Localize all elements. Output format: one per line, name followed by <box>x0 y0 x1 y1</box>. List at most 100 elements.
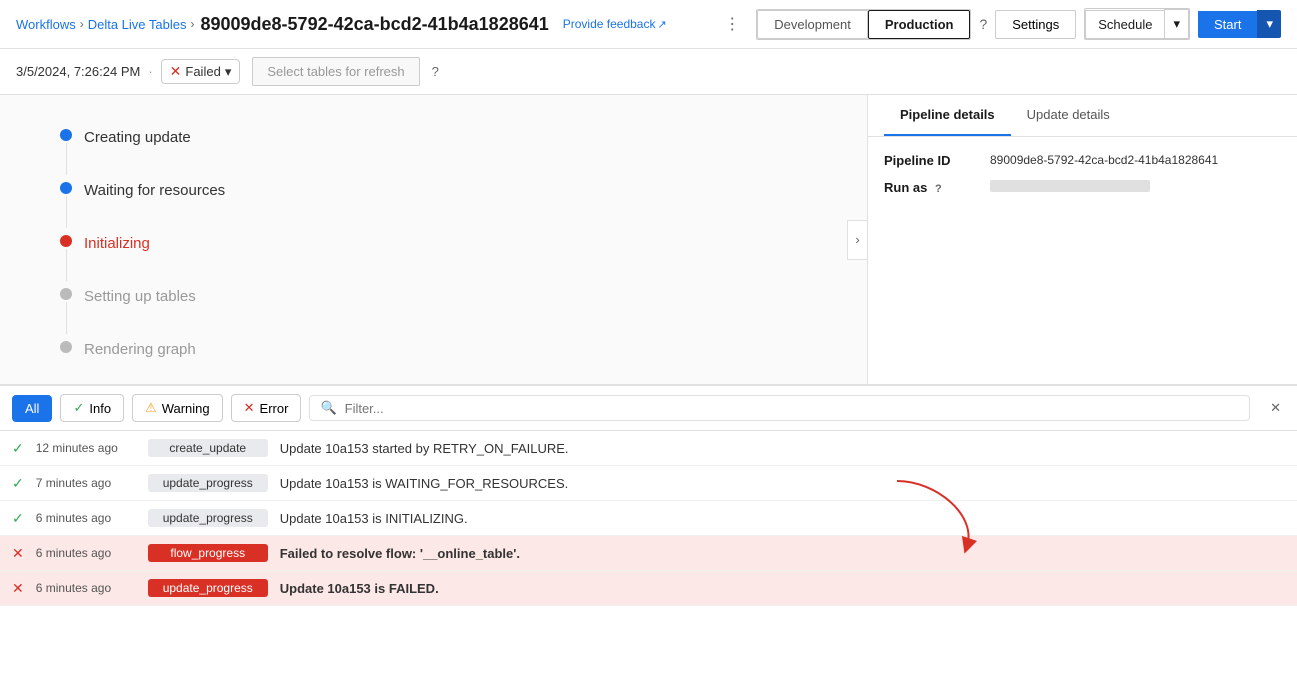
log-msg-1: Update 10a153 started by RETRY_ON_FAILUR… <box>280 441 1285 456</box>
breadcrumb-workflows[interactable]: Workflows <box>16 17 76 32</box>
nav-actions: ⋮ Development Production ? Settings Sche… <box>716 8 1281 40</box>
step-line-1 <box>66 143 67 175</box>
failed-label: Failed <box>185 64 220 79</box>
step-rendering-graph: Rendering graph <box>60 337 827 384</box>
info-icon: ✓ <box>73 400 84 416</box>
tab-pipeline-details[interactable]: Pipeline details <box>884 95 1011 136</box>
panel-content: Pipeline ID 89009de8-5792-42ca-bcd2-41b4… <box>868 137 1297 223</box>
collapse-panel-button[interactable]: › <box>847 220 867 260</box>
log-type-4: flow_progress <box>148 544 268 562</box>
log-type-2: update_progress <box>148 474 268 492</box>
log-type-1: create_update <box>148 439 268 457</box>
schedule-chevron[interactable]: ▾ <box>1164 9 1189 39</box>
pipeline-view: Creating update Waiting for resources In… <box>0 95 867 384</box>
step-label-5: Rendering graph <box>84 337 196 384</box>
tab-update-details[interactable]: Update details <box>1011 95 1126 136</box>
log-table: ✓ 12 minutes ago create_update Update 10… <box>0 431 1297 615</box>
pipeline-steps: Creating update Waiting for resources In… <box>40 125 827 384</box>
redacted-value <box>990 180 1150 192</box>
log-msg-3: Update 10a153 is INITIALIZING. <box>280 511 1285 526</box>
warning-icon: ⚠ <box>145 400 157 416</box>
toolbar: 3/5/2024, 7:26:24 PM · ✕ Failed ▾ Select… <box>0 49 1297 95</box>
feedback-link[interactable]: Provide feedback ↗ <box>563 17 667 31</box>
log-msg-4: Failed to resolve flow: '__online_table'… <box>280 546 1285 561</box>
run-as-row: Run as ? <box>884 180 1281 195</box>
step-creating-update: Creating update <box>60 125 827 178</box>
step-connector-1 <box>60 125 72 177</box>
dot-separator: · <box>148 64 152 79</box>
step-line-3 <box>66 249 67 281</box>
step-dot-4 <box>60 288 72 300</box>
log-row: ✓ 12 minutes ago create_update Update 10… <box>0 431 1297 466</box>
breadcrumb-delta-live[interactable]: Delta Live Tables <box>88 17 187 32</box>
filter-warning-button[interactable]: ⚠ Warning <box>132 394 223 422</box>
log-status-icon-5: ✕ <box>12 580 24 597</box>
log-msg-2: Update 10a153 is WAITING_FOR_RESOURCES. <box>280 476 1285 491</box>
step-setting-up-tables: Setting up tables <box>60 284 827 337</box>
prod-mode-btn[interactable]: Production <box>868 10 971 39</box>
start-button-group: Start ▾ <box>1198 10 1281 38</box>
top-nav: Workflows › Delta Live Tables › 89009de8… <box>0 0 1297 49</box>
three-dot-menu[interactable]: ⋮ <box>716 10 748 38</box>
step-initializing: Initializing <box>60 231 827 284</box>
start-label[interactable]: Start <box>1198 11 1257 38</box>
step-line-2 <box>66 196 67 228</box>
settings-button[interactable]: Settings <box>995 10 1076 39</box>
search-icon: 🔍 <box>320 400 336 416</box>
select-tables-button[interactable]: Select tables for refresh <box>252 57 419 86</box>
pipeline-id-label: Pipeline ID <box>884 153 974 168</box>
log-msg-5: Update 10a153 is FAILED. <box>280 581 1285 596</box>
schedule-label[interactable]: Schedule <box>1085 10 1164 39</box>
log-search-box: 🔍 <box>309 395 1250 421</box>
log-time-2: 7 minutes ago <box>36 476 136 490</box>
breadcrumb: Workflows › Delta Live Tables › <box>16 17 194 32</box>
step-dot-1 <box>60 129 72 141</box>
log-row: ✓ 7 minutes ago update_progress Update 1… <box>0 466 1297 501</box>
log-status-icon-3: ✓ <box>12 510 24 527</box>
filter-all-button[interactable]: All <box>12 395 52 422</box>
help-icon[interactable]: ? <box>979 16 987 32</box>
log-type-5: update_progress <box>148 579 268 597</box>
log-time-4: 6 minutes ago <box>36 546 136 560</box>
step-dot-5 <box>60 341 72 353</box>
step-label-3: Initializing <box>84 231 150 284</box>
error-icon: ✕ <box>244 400 255 416</box>
run-date: 3/5/2024, 7:26:24 PM <box>16 64 140 79</box>
log-status-icon-1: ✓ <box>12 440 24 457</box>
start-chevron[interactable]: ▾ <box>1257 10 1281 38</box>
log-row-error-2: ✕ 6 minutes ago update_progress Update 1… <box>0 571 1297 606</box>
log-time-1: 12 minutes ago <box>36 441 136 455</box>
run-info: 3/5/2024, 7:26:24 PM · ✕ Failed ▾ <box>16 59 240 84</box>
logs-section: All ✓ Info ⚠ Warning ✕ Error 🔍 ✕ ✓ 12 mi… <box>0 385 1297 615</box>
mode-group: Development Production <box>756 9 971 40</box>
right-panel: Pipeline details Update details Pipeline… <box>867 95 1297 384</box>
step-dot-2 <box>60 182 72 194</box>
filter-info-button[interactable]: ✓ Info <box>60 394 124 422</box>
failed-x-icon: ✕ <box>170 63 182 80</box>
step-label-2: Waiting for resources <box>84 178 225 231</box>
log-status-icon-4: ✕ <box>12 545 24 562</box>
select-tables-help-icon[interactable]: ? <box>432 64 439 79</box>
breadcrumb-sep2: › <box>190 17 194 31</box>
filter-error-button[interactable]: ✕ Error <box>231 394 302 422</box>
step-connector-5 <box>60 337 72 353</box>
run-as-help-icon[interactable]: ? <box>935 183 942 195</box>
panel-tabs: Pipeline details Update details <box>868 95 1297 137</box>
run-as-value <box>990 180 1150 192</box>
dev-mode-btn[interactable]: Development <box>757 10 868 39</box>
step-connector-2 <box>60 178 72 230</box>
close-logs-button[interactable]: ✕ <box>1266 396 1285 420</box>
failed-chevron: ▾ <box>225 64 232 80</box>
log-filter-bar: All ✓ Info ⚠ Warning ✕ Error 🔍 ✕ <box>0 386 1297 431</box>
log-time-5: 6 minutes ago <box>36 581 136 595</box>
log-row: ✓ 6 minutes ago update_progress Update 1… <box>0 501 1297 536</box>
step-label-4: Setting up tables <box>84 284 196 337</box>
log-status-icon-2: ✓ <box>12 475 24 492</box>
step-connector-4 <box>60 284 72 336</box>
pipeline-id-row: Pipeline ID 89009de8-5792-42ca-bcd2-41b4… <box>884 153 1281 168</box>
run-as-label: Run as ? <box>884 180 974 195</box>
failed-status-badge[interactable]: ✕ Failed ▾ <box>161 59 241 84</box>
log-filter-input[interactable] <box>345 401 1239 416</box>
schedule-button-group: Schedule ▾ <box>1084 8 1190 40</box>
log-type-3: update_progress <box>148 509 268 527</box>
